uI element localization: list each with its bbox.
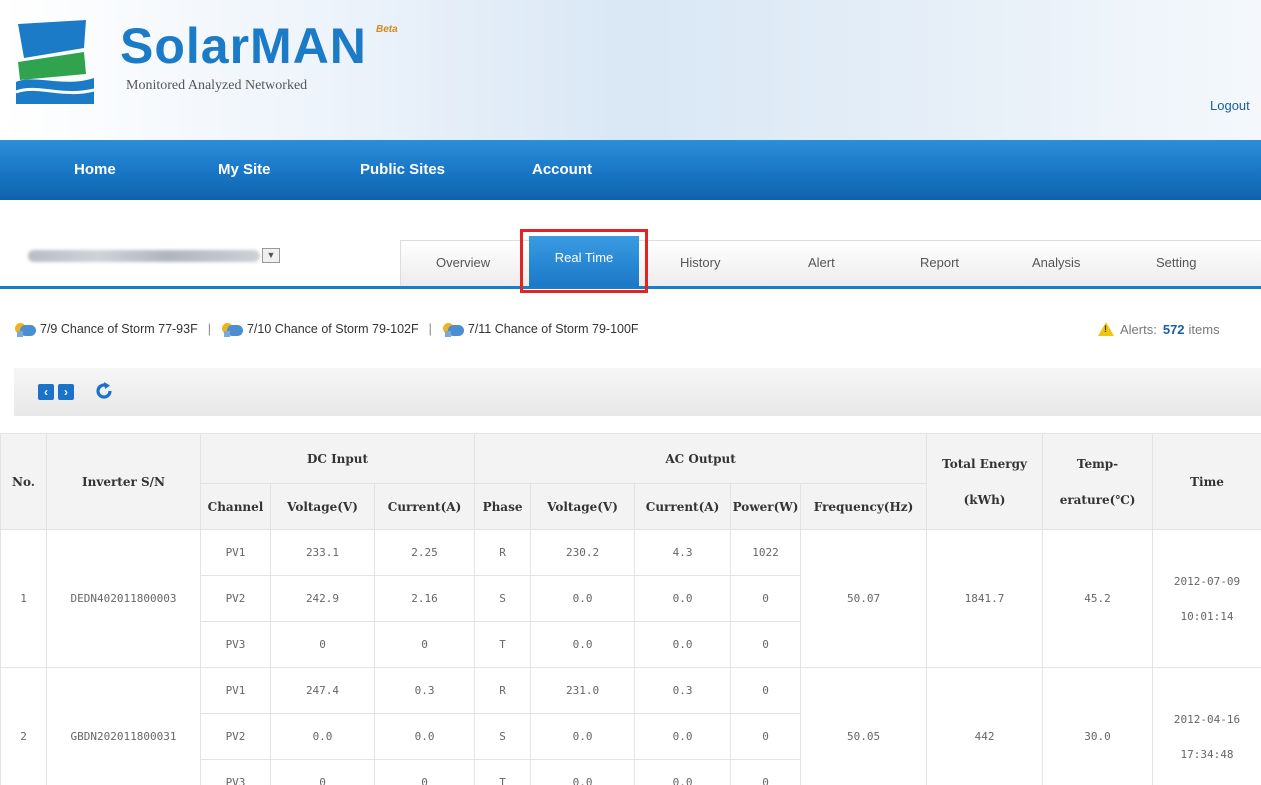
cell-channel: PV3 bbox=[200, 759, 271, 785]
cell-ac-voltage: 0.0 bbox=[530, 713, 636, 760]
cell-ac-current: 0.0 bbox=[634, 575, 732, 622]
cell-phase: R bbox=[474, 667, 532, 714]
cell-dc-voltage: 242.9 bbox=[270, 575, 375, 622]
header-dc-voltage: Voltage(V) bbox=[270, 483, 375, 530]
header-time: Time bbox=[1152, 433, 1261, 530]
realtime-data-table: No. Inverter S/N DC Input AC Output Tota… bbox=[0, 433, 1261, 785]
cell-temperature: 45.2 bbox=[1042, 529, 1154, 668]
cell-no: 1 bbox=[0, 529, 47, 668]
cell-dc-current: 0 bbox=[373, 621, 476, 668]
header-power: Power(W) bbox=[730, 483, 802, 530]
cell-total-energy: 1841.7 bbox=[926, 529, 1044, 668]
header-ac-current: Current(A) bbox=[634, 483, 732, 530]
header-ac-output: AC Output bbox=[474, 433, 928, 484]
cell-channel: PV3 bbox=[200, 621, 271, 668]
cell-inverter-sn: DEDN402011800003 bbox=[46, 529, 201, 668]
header-temperature-unit: erature(℃) bbox=[1059, 492, 1136, 507]
cell-dc-current: 2.25 bbox=[373, 529, 476, 576]
header-temperature: Temp- erature(℃) bbox=[1042, 433, 1154, 530]
cell-phase: T bbox=[474, 621, 532, 668]
cell-power: 0 bbox=[730, 621, 802, 668]
cell-phase: T bbox=[474, 759, 532, 785]
table-row: 1 DEDN402011800003 PV1 233.1 2.25 R 230.… bbox=[0, 529, 1261, 668]
cell-channel: PV1 bbox=[200, 667, 271, 714]
cell-dc-current: 2.16 bbox=[373, 575, 476, 622]
cell-ac-current: 0.0 bbox=[634, 759, 732, 785]
cell-time: 2012-07-09 10:01:14 bbox=[1152, 529, 1261, 668]
cell-power: 1022 bbox=[730, 529, 802, 576]
cell-time: 2012-04-16 17:34:48 bbox=[1152, 667, 1261, 785]
cell-dc-current: 0 bbox=[373, 759, 476, 785]
cell-temperature: 30.0 bbox=[1042, 667, 1154, 785]
cell-no: 2 bbox=[0, 667, 47, 785]
cell-date: 2012-07-09 bbox=[1173, 574, 1241, 588]
cell-power: 0 bbox=[730, 759, 802, 785]
header-dc-current: Current(A) bbox=[373, 483, 476, 530]
cell-ac-voltage: 0.0 bbox=[530, 759, 636, 785]
cell-ac-voltage: 230.2 bbox=[530, 529, 636, 576]
header-ac-voltage: Voltage(V) bbox=[530, 483, 636, 530]
cell-frequency: 50.05 bbox=[800, 667, 928, 785]
cell-ac-current: 0.0 bbox=[634, 713, 732, 760]
header-dc-input: DC Input bbox=[199, 433, 476, 484]
cell-ac-current: 0.3 bbox=[634, 667, 732, 714]
header-total-energy: Total Energy (kWh) bbox=[926, 433, 1044, 530]
cell-dc-current: 0.0 bbox=[373, 713, 476, 760]
cell-channel: PV2 bbox=[200, 713, 271, 760]
cell-clock: 17:34:48 bbox=[1180, 747, 1234, 761]
header-phase: Phase bbox=[474, 483, 532, 530]
cell-power: 0 bbox=[730, 713, 802, 760]
header-temperature-label: Temp- bbox=[1076, 456, 1119, 471]
table-row: 2 GBDN202011800031 PV1 247.4 0.3 R 231.0… bbox=[0, 667, 1261, 785]
header-total-energy-unit: (kWh) bbox=[963, 492, 1006, 507]
cell-clock: 10:01:14 bbox=[1180, 609, 1234, 623]
cell-power: 0 bbox=[730, 667, 802, 714]
cell-ac-current: 0.0 bbox=[634, 621, 732, 668]
cell-dc-voltage: 0 bbox=[270, 621, 375, 668]
cell-dc-voltage: 0.0 bbox=[270, 713, 375, 760]
cell-ac-voltage: 0.0 bbox=[530, 575, 636, 622]
cell-inverter-sn: GBDN202011800031 bbox=[46, 667, 201, 785]
cell-ac-voltage: 0.0 bbox=[530, 621, 636, 668]
cell-ac-voltage: 231.0 bbox=[530, 667, 636, 714]
cell-dc-voltage: 247.4 bbox=[270, 667, 375, 714]
header-channel: Channel bbox=[200, 483, 271, 530]
cell-dc-voltage: 233.1 bbox=[270, 529, 375, 576]
cell-ac-current: 4.3 bbox=[634, 529, 732, 576]
cell-phase: S bbox=[474, 575, 532, 622]
cell-channel: PV1 bbox=[200, 529, 271, 576]
cell-frequency: 50.07 bbox=[800, 529, 928, 668]
cell-date: 2012-04-16 bbox=[1173, 712, 1241, 726]
cell-phase: R bbox=[474, 529, 532, 576]
cell-dc-current: 0.3 bbox=[373, 667, 476, 714]
cell-total-energy: 442 bbox=[926, 667, 1044, 785]
cell-dc-voltage: 0 bbox=[270, 759, 375, 785]
cell-phase: S bbox=[474, 713, 532, 760]
table-clip: No. Inverter S/N DC Input AC Output Tota… bbox=[0, 0, 1261, 785]
cell-power: 0 bbox=[730, 575, 802, 622]
header-inverter-sn: Inverter S/N bbox=[46, 433, 201, 530]
cell-channel: PV2 bbox=[200, 575, 271, 622]
header-total-energy-label: Total Energy bbox=[942, 456, 1027, 471]
header-no: No. bbox=[0, 433, 47, 530]
header-frequency: Frequency(Hz) bbox=[800, 483, 928, 530]
